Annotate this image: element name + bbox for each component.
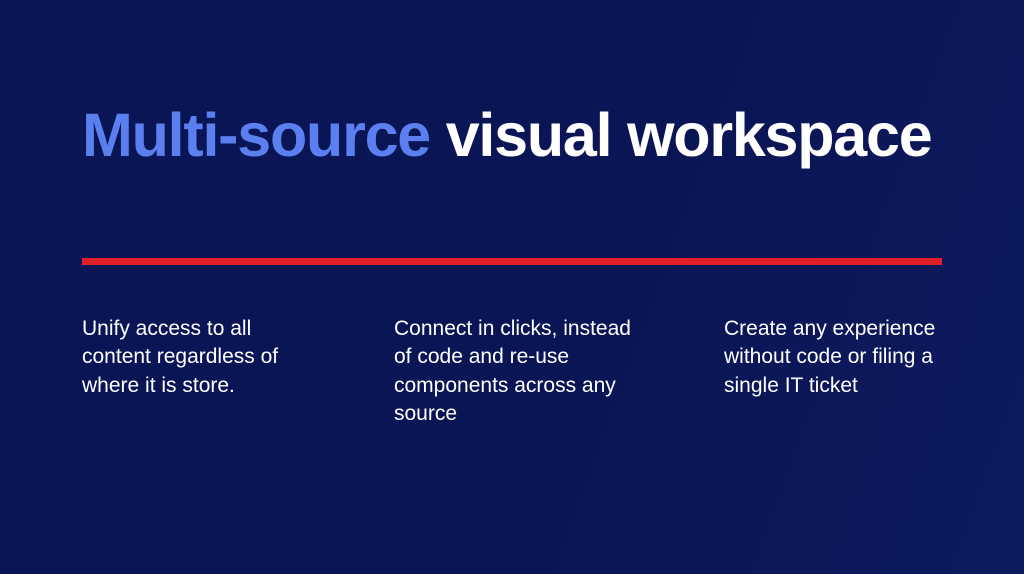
slide-content: Multi-source visual workspace Unify acce…: [0, 0, 1024, 429]
column-text: Unify access to all content regardless o…: [82, 315, 314, 400]
column-2: Connect in clicks, instead of code and r…: [394, 315, 644, 428]
divider: [82, 258, 942, 265]
column-3: Create any experience without code or fi…: [724, 315, 954, 428]
columns-row: Unify access to all content regardless o…: [82, 315, 942, 428]
page-title: Multi-source visual workspace: [82, 100, 942, 170]
column-text: Connect in clicks, instead of code and r…: [394, 315, 644, 428]
column-1: Unify access to all content regardless o…: [82, 315, 314, 428]
headline-rest: visual workspace: [430, 101, 931, 169]
column-text: Create any experience without code or fi…: [724, 315, 954, 400]
headline-accent: Multi-source: [82, 101, 430, 169]
